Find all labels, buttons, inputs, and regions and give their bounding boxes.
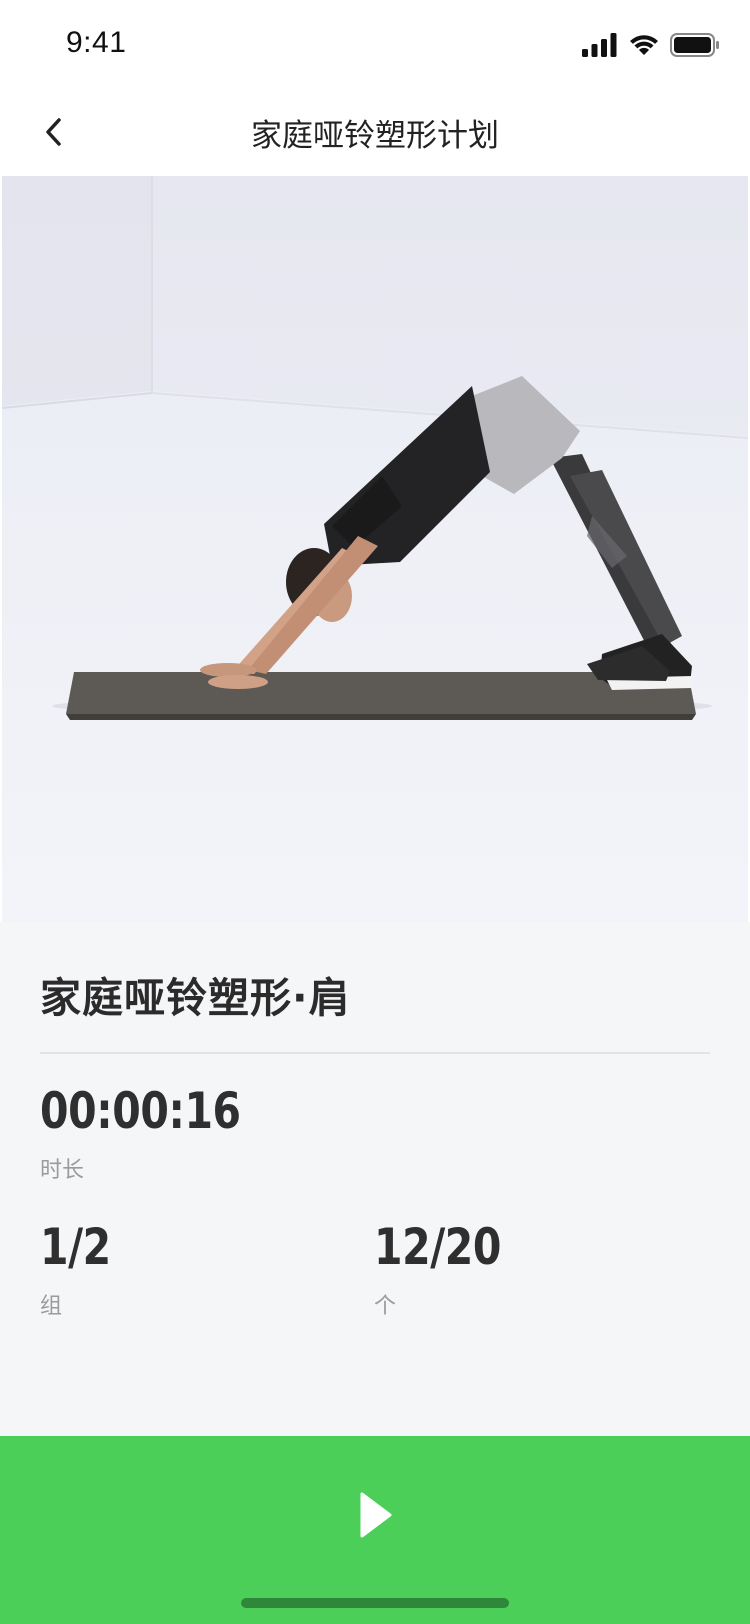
reps-value: 12/20 (374, 1218, 502, 1276)
duration-label: 时长 (40, 1158, 85, 1183)
exercise-name: 家庭哑铃塑形·肩 (40, 974, 351, 1022)
sets-label: 组 (40, 1294, 63, 1319)
battery-icon (670, 33, 719, 57)
wifi-icon (630, 35, 658, 55)
play-icon (360, 1492, 392, 1538)
status-bar: 9:41 (0, 0, 750, 88)
workout-video-preview[interactable] (2, 176, 748, 922)
duration-value: 00:00:16 (40, 1082, 241, 1140)
nav-bar: 家庭哑铃塑形计划 (0, 88, 750, 176)
sets-value: 1/2 (40, 1218, 111, 1276)
workout-player-screen: 9:41 家庭哑铃塑形计划 家庭哑铃塑形·肩 00:00:16 时长 1/2 组… (0, 0, 750, 1624)
signal-icon (582, 33, 617, 57)
exercise-info-panel: 家庭哑铃塑形·肩 00:00:16 时长 1/2 组 12/20 个 (0, 922, 750, 1436)
play-button[interactable] (0, 1436, 750, 1624)
page-title: 家庭哑铃塑形计划 (251, 118, 499, 154)
status-icons (582, 30, 720, 60)
workout-illustration (2, 176, 748, 922)
home-indicator (241, 1598, 509, 1608)
back-button[interactable] (28, 106, 80, 158)
status-time: 9:41 (66, 26, 127, 59)
divider (40, 1052, 710, 1054)
chevron-left-icon (46, 118, 61, 146)
reps-label: 个 (374, 1294, 397, 1319)
